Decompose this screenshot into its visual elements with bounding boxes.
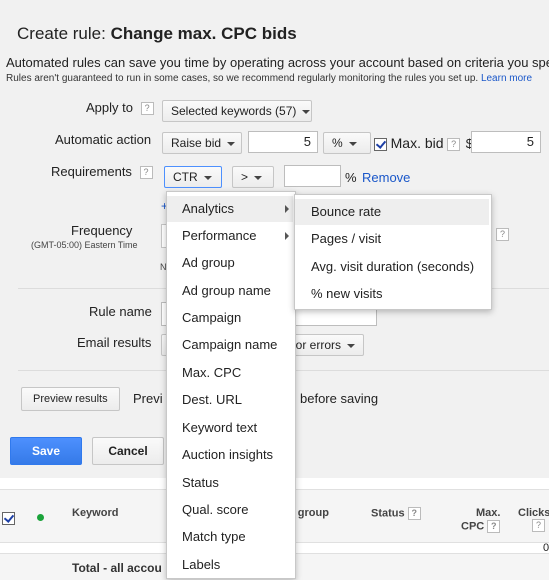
menu-item-auction-insights[interactable]: Auction insights <box>167 442 273 468</box>
help-icon[interactable]: ? <box>532 519 545 532</box>
amount-input[interactable]: 5 <box>248 131 318 153</box>
max-cpc-header-2: CPC ? <box>461 520 501 533</box>
help-icon[interactable]: ? <box>447 138 461 152</box>
dialog-title: Create rule: Change max. CPC bids <box>17 24 297 44</box>
apply-to-value: Selected keywords (57) <box>171 104 297 118</box>
apply-to-select[interactable]: Selected keywords (57) <box>162 100 312 122</box>
help-icon[interactable]: ? <box>496 228 509 241</box>
chevron-right-icon <box>285 232 289 240</box>
metric-select[interactable]: CTR <box>164 166 222 188</box>
max-bid-group: Max. bid ? $ <box>374 135 473 152</box>
menu-item-dest-url[interactable]: Dest. URL <box>167 387 242 413</box>
save-button[interactable]: Save <box>10 437 82 465</box>
cancel-button[interactable]: Cancel <box>92 437 164 465</box>
menu-item-status[interactable]: Status <box>167 470 219 496</box>
menu-item-keyword-text[interactable]: Keyword text <box>167 415 257 441</box>
rule-type-name: Change max. CPC bids <box>110 24 297 43</box>
requirements-label: Requirements ? <box>51 164 153 180</box>
operator-value: > <box>241 170 249 184</box>
max-cpc-header-label: CPC <box>461 520 485 533</box>
chevron-down-icon <box>203 175 212 180</box>
status-dot-icon <box>37 514 44 521</box>
chevron-down-icon <box>302 109 311 114</box>
learn-more-link[interactable]: Learn more <box>481 73 532 84</box>
submenu-item-pages-per-visit[interactable]: Pages / visit <box>295 226 381 252</box>
chevron-right-icon <box>285 205 289 213</box>
metric-dropdown-menu: Analytics Performance Ad group Ad group … <box>166 191 296 579</box>
select-all-checkbox[interactable] <box>2 512 15 526</box>
total-label: Total - all accou <box>72 561 162 575</box>
help-icon[interactable]: ? <box>139 166 153 180</box>
unit-select[interactable]: % <box>323 132 371 154</box>
max-bid-input[interactable]: 5 <box>471 131 541 153</box>
submenu-item-new-visits[interactable]: % new visits <box>295 281 383 307</box>
menu-item-ad-group[interactable]: Ad group <box>167 250 235 276</box>
metric-value: CTR <box>173 170 198 184</box>
analytics-submenu: Bounce rate Pages / visit Avg. visit dur… <box>294 194 492 310</box>
help-icon[interactable]: ? <box>407 507 421 520</box>
note-text: Rules aren't guaranteed to run in some c… <box>6 73 532 84</box>
action-value: Raise bid <box>171 136 222 150</box>
remove-link[interactable]: Remove <box>362 170 410 185</box>
chevron-down-icon <box>347 343 355 348</box>
timezone-text: (GMT-05:00) Eastern Time <box>31 240 138 250</box>
max-bid-checkbox[interactable] <box>374 138 387 152</box>
intro-text: Automated rules can save you time by ope… <box>6 55 549 70</box>
menu-item-max-cpc[interactable]: Max. CPC <box>167 360 241 386</box>
max-bid-label: Max. bid <box>390 135 444 151</box>
requirement-value-input[interactable] <box>284 165 341 187</box>
apply-to-label: Apply to ? <box>86 100 154 116</box>
frequency-label: Frequency <box>71 223 133 238</box>
keyword-header[interactable]: Keyword <box>72 507 118 519</box>
menu-item-qual-score[interactable]: Qual. score <box>167 497 248 523</box>
status-header-label: Status <box>371 507 405 520</box>
unit-value: % <box>332 136 343 150</box>
action-select[interactable]: Raise bid <box>162 132 242 154</box>
requirement-unit: % <box>345 170 357 185</box>
title-prefix: Create rule: <box>17 24 106 43</box>
preview-results-button[interactable]: Preview results <box>21 387 120 411</box>
preview-text-end: before saving <box>300 391 379 406</box>
menu-item-performance[interactable]: Performance <box>167 223 293 249</box>
menu-item-labels[interactable]: Labels <box>167 552 220 578</box>
menu-item-label: Performance <box>182 228 257 243</box>
menu-item-match-type[interactable]: Match type <box>167 524 246 550</box>
requirements-text: Requirements <box>51 164 132 179</box>
menu-item-campaign-name[interactable]: Campaign name <box>167 332 277 358</box>
submenu-item-avg-visit-duration[interactable]: Avg. visit duration (seconds) <box>295 254 474 280</box>
apply-to-text: Apply to <box>86 100 133 115</box>
operator-select[interactable]: > <box>232 166 274 188</box>
chevron-down-icon <box>227 141 236 146</box>
help-icon[interactable]: ? <box>487 520 501 533</box>
menu-item-campaign[interactable]: Campaign <box>167 305 241 331</box>
rule-name-label: Rule name <box>89 304 152 319</box>
menu-item-label: Analytics <box>182 201 235 216</box>
menu-item-analytics[interactable]: Analytics <box>167 196 293 222</box>
note-body: Rules aren't guaranteed to run in some c… <box>6 73 479 84</box>
submenu-item-bounce-rate[interactable]: Bounce rate <box>295 199 489 225</box>
max-cpc-header[interactable]: Max. <box>476 507 500 519</box>
status-header[interactable]: Status ? <box>371 507 421 520</box>
chevron-down-icon <box>254 175 263 180</box>
clicks-header[interactable]: Clicks <box>518 507 549 519</box>
chevron-down-icon <box>348 141 357 146</box>
menu-item-ad-group-name[interactable]: Ad group name <box>167 278 271 304</box>
automatic-action-label: Automatic action <box>55 132 152 147</box>
preview-text-start: Previ <box>133 391 163 406</box>
email-results-value: or errors <box>295 338 341 352</box>
help-icon[interactable]: ? <box>140 102 154 116</box>
email-results-label: Email results <box>77 335 152 350</box>
